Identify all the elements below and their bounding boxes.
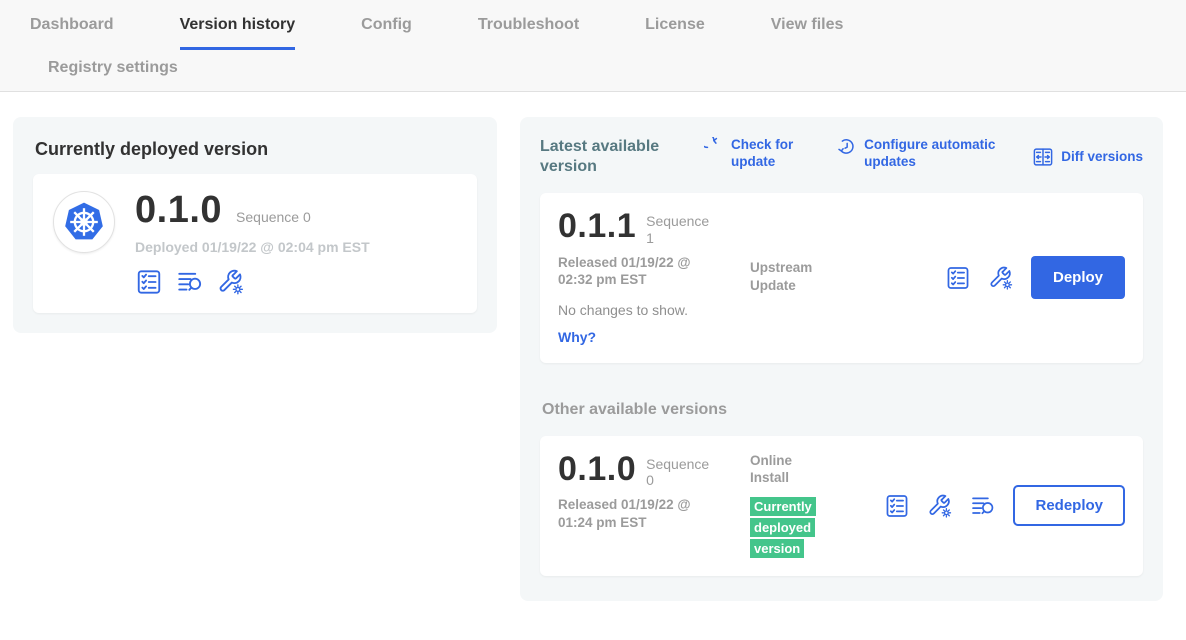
configure-automatic-updates-label: Configure automatic updates <box>864 137 996 171</box>
deployed-version-number: 0.1.0 <box>135 191 222 229</box>
latest-version-source: Upstream Update <box>750 259 830 294</box>
latest-available-title: Latest available version <box>540 137 682 177</box>
other-version-number: 0.1.0 <box>558 452 636 486</box>
tab-config[interactable]: Config <box>361 16 412 50</box>
nav-tabs-row-1: Dashboard Version history Config Trouble… <box>0 0 1186 50</box>
currently-deployed-card: 0.1.0 Sequence 0 Deployed 01/19/22 @ 02:… <box>33 174 477 313</box>
deploy-logs-icon[interactable] <box>970 493 996 519</box>
currently-deployed-badge: Currently deployed version <box>750 497 816 558</box>
config-icon[interactable] <box>927 493 953 519</box>
tab-troubleshoot[interactable]: Troubleshoot <box>478 16 579 50</box>
tab-license[interactable]: License <box>645 16 705 50</box>
diff-versions-label: Diff versions <box>1061 149 1143 166</box>
other-sequence-label: Sequence 0 <box>646 452 710 490</box>
config-icon[interactable] <box>217 268 245 296</box>
auto-update-icon <box>837 137 857 157</box>
available-versions-panel: Latest available version Check for updat… <box>520 117 1163 601</box>
deploy-logs-icon[interactable] <box>176 268 204 296</box>
currently-deployed-title: Currently deployed version <box>35 139 477 160</box>
refresh-icon <box>704 137 724 157</box>
preflight-checks-icon[interactable] <box>135 268 163 296</box>
tab-registry-settings[interactable]: Registry settings <box>48 59 1186 77</box>
deploy-button[interactable]: Deploy <box>1031 256 1125 299</box>
check-for-update-label: Check for update <box>731 137 801 171</box>
preflight-checks-icon[interactable] <box>945 265 971 291</box>
currently-deployed-panel: Currently deployed version 0.1.0 Sequenc… <box>13 117 497 333</box>
other-available-versions-title: Other available versions <box>542 401 1143 419</box>
diff-versions-link[interactable]: Diff versions <box>1032 144 1143 171</box>
why-link[interactable]: Why? <box>558 329 596 345</box>
app-logo <box>53 191 115 253</box>
tab-view-files[interactable]: View files <box>771 16 844 50</box>
configure-automatic-updates-link[interactable]: Configure automatic updates <box>837 137 996 171</box>
nav-tabs-row-2: Registry settings <box>0 50 1186 91</box>
tab-dashboard[interactable]: Dashboard <box>30 16 114 50</box>
main-content: Currently deployed version 0.1.0 Sequenc… <box>0 92 1186 601</box>
latest-version-card: 0.1.1 Sequence 1 Released 01/19/22 @ 02:… <box>540 193 1143 363</box>
other-released-timestamp: Released 01/19/22 @ 01:24 pm EST <box>558 496 718 531</box>
tab-version-history[interactable]: Version history <box>180 16 296 50</box>
latest-released-timestamp: Released 01/19/22 @ 02:32 pm EST <box>558 254 718 289</box>
no-changes-text: No changes to show. <box>558 302 750 318</box>
deployed-sequence-label: Sequence 0 <box>236 209 311 226</box>
other-version-card: 0.1.0 Sequence 0 Released 01/19/22 @ 01:… <box>540 436 1143 576</box>
latest-version-number: 0.1.1 <box>558 209 636 243</box>
latest-sequence-label: Sequence 1 <box>646 209 710 247</box>
preflight-checks-icon[interactable] <box>884 493 910 519</box>
kubernetes-logo-icon <box>61 199 107 245</box>
check-for-update-link[interactable]: Check for update <box>704 137 801 171</box>
top-navigation: Dashboard Version history Config Trouble… <box>0 0 1186 92</box>
deployed-timestamp: Deployed 01/19/22 @ 02:04 pm EST <box>135 239 370 255</box>
config-icon[interactable] <box>988 265 1014 291</box>
diff-icon <box>1032 146 1054 168</box>
other-version-source: Online Install <box>750 452 812 487</box>
redeploy-button[interactable]: Redeploy <box>1013 485 1125 526</box>
